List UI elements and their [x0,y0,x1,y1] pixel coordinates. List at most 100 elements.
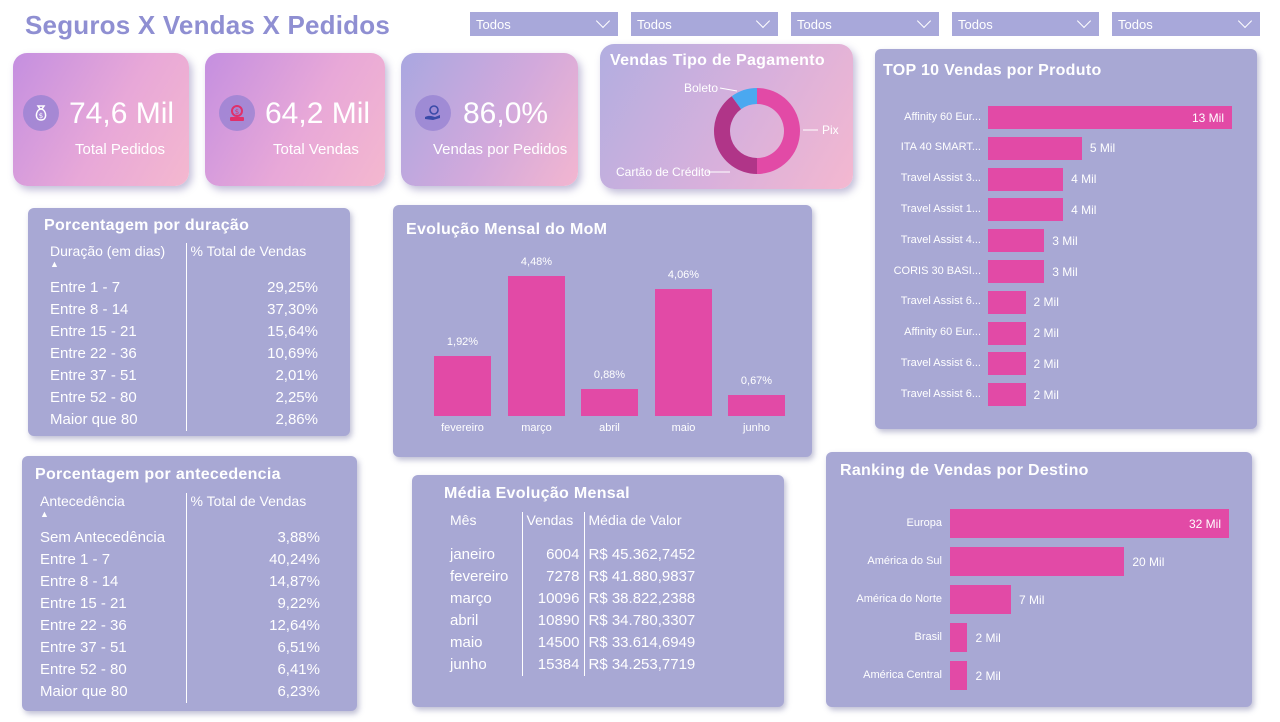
column-header[interactable]: Antecedência ▲ [36,493,186,527]
bar[interactable] [950,661,968,690]
column-header[interactable]: Vendas [521,512,584,544]
table-row[interactable]: Entre 37 - 51 2,01% [46,365,322,387]
data-label: 1,92% [446,336,479,348]
data-label: 20 Mil [1132,554,1165,569]
kpi-value: 64,2 Mil [265,97,371,130]
column-header[interactable]: Média de Valor [583,512,714,544]
bar[interactable] [581,388,638,416]
data-label: 2 Mil [975,668,1001,683]
bar[interactable] [988,260,1045,283]
table-row[interactable]: Entre 22 - 36 12,64% [36,615,324,637]
table-cell: 15384 [521,654,584,676]
bar[interactable] [988,229,1045,253]
bar[interactable] [988,383,1026,407]
bar[interactable] [950,509,1229,538]
data-label: 0,67% [740,375,773,388]
table-cell: 10096 [521,588,584,610]
antecedencia-panel: Porcentagem por antecedencia Antecedênci… [22,456,357,711]
table-cell: Maior que 80 [50,411,138,428]
table-row[interactable]: junho 15384 R$ 34.253,7719 [446,654,714,676]
filter-dropdown-1[interactable]: Todos [470,12,618,36]
filter-dropdown-4[interactable]: Todos [952,12,1099,36]
table-row[interactable]: Entre 15 - 21 15,64% [46,321,322,343]
kpi-label: Total Pedidos [75,141,166,158]
filter-dropdown-3[interactable]: Todos [791,12,939,36]
filter-value: Todos [476,16,511,32]
filter-dropdown-2[interactable]: Todos [631,12,778,36]
bar[interactable] [988,321,1026,345]
column-header[interactable]: Mês [446,512,522,544]
destino-panel: Ranking de Vendas por Destino Europa 32 M… [826,452,1252,707]
table-row[interactable]: Maior que 80 6,23% [36,681,324,703]
table-cell: Sem Antecedência [40,529,166,546]
table-row[interactable]: Entre 1 - 7 29,25% [46,277,322,299]
column-header[interactable]: % Total de Vendas [185,243,322,277]
data-label: 0,88% [593,368,626,381]
table-row[interactable]: Entre 37 - 51 6,51% [36,637,324,659]
table-row[interactable]: Entre 8 - 14 14,87% [36,571,324,593]
panel-title: Média Evolução Mensal [444,485,630,502]
table-row[interactable]: fevereiro 7278 R$ 41.880,9837 [446,566,714,588]
bar[interactable] [988,167,1064,191]
table-cell: 2,86% [185,409,322,431]
table-row[interactable]: abril 10890 R$ 34.780,3307 [446,610,714,632]
bar[interactable] [655,289,712,416]
table-cell: Entre 15 - 21 [40,595,127,612]
bar[interactable] [950,585,1012,614]
media-panel: Média Evolução Mensal Mês Vendas Média d… [412,475,784,707]
svg-text:$: $ [39,112,43,120]
table-cell: 40,24% [185,549,324,571]
bar[interactable] [988,198,1064,222]
category-label: Travel Assist 6... [900,356,981,369]
category-label: Travel Assist 6... [900,387,981,400]
table-row[interactable]: Entre 15 - 21 9,22% [36,593,324,615]
bar[interactable] [988,136,1082,160]
table-cell: janeiro [450,546,496,563]
category-label: Affinity 60 Eur... [904,110,981,123]
category-label: Travel Assist 4... [900,233,981,246]
money-bag-icon: $ [23,95,59,131]
table-row[interactable]: Sem Antecedência 3,88% [36,527,324,549]
table-row[interactable]: maio 14500 R$ 33.614,6949 [446,632,714,654]
table-cell: 3,88% [185,527,324,549]
table-row[interactable]: Entre 8 - 14 37,30% [46,299,322,321]
mom-panel: Evolução Mensal do MoM 1,92% fevereiro 4,4… [393,205,812,457]
bar[interactable] [728,395,785,416]
bar[interactable] [434,356,491,416]
bar[interactable] [508,276,565,416]
bar[interactable] [950,623,968,652]
bar[interactable] [950,547,1125,576]
table-cell: Entre 15 - 21 [50,323,137,340]
table-row[interactable]: Entre 22 - 36 10,69% [46,343,322,365]
table-row[interactable]: janeiro 6004 R$ 45.362,7452 [446,544,714,566]
page-title: Seguros X Vendas X Pedidos [25,10,390,40]
table-cell: 7278 [521,566,584,588]
bar[interactable] [988,352,1026,376]
table-row[interactable]: Entre 1 - 7 40,24% [36,549,324,571]
category-label: ITA 40 SMART... [900,141,981,154]
bar[interactable] [988,290,1026,314]
table-row[interactable]: Entre 52 - 80 2,25% [46,387,322,409]
data-label: 2 Mil [1033,387,1059,402]
mom-bar-chart: 1,92% fevereiro 4,48% março 0,88% abril 4,06% m… [393,205,812,457]
table-row[interactable]: Entre 52 - 80 6,41% [36,659,324,681]
table-row[interactable]: março 10096 R$ 38.822,2388 [446,588,714,610]
data-label: 13 Mil [1192,110,1225,125]
table-cell: 12,64% [185,615,324,637]
data-label: 3 Mil [1052,233,1078,248]
top10-bar-chart: Affinity 60 Eur... 13 Mil ITA 40 SMART... 5… [875,49,1257,429]
category-label: Affinity 60 Eur... [904,326,981,339]
destino-bar-chart: Europa 32 Mil América do Sul 20 Mil América … [826,452,1252,707]
data-label: 32 Mil [1189,516,1222,531]
table-cell: Entre 52 - 80 [50,389,137,406]
duracao-panel: Porcentagem por duração Duração (em dias… [28,208,350,436]
column-header[interactable]: Duração (em dias) ▲ [46,243,186,277]
donut-slice-0[interactable] [757,88,800,174]
table-cell: R$ 34.253,7719 [583,654,714,676]
table-row[interactable]: Maior que 80 2,86% [46,409,322,431]
donut-slice-1[interactable] [714,96,757,174]
axis-tick-label: abril [599,422,620,434]
column-header[interactable]: % Total de Vendas [185,493,324,527]
filter-dropdown-5[interactable]: Todos [1112,12,1260,36]
category-label: América do Sul [867,554,942,567]
